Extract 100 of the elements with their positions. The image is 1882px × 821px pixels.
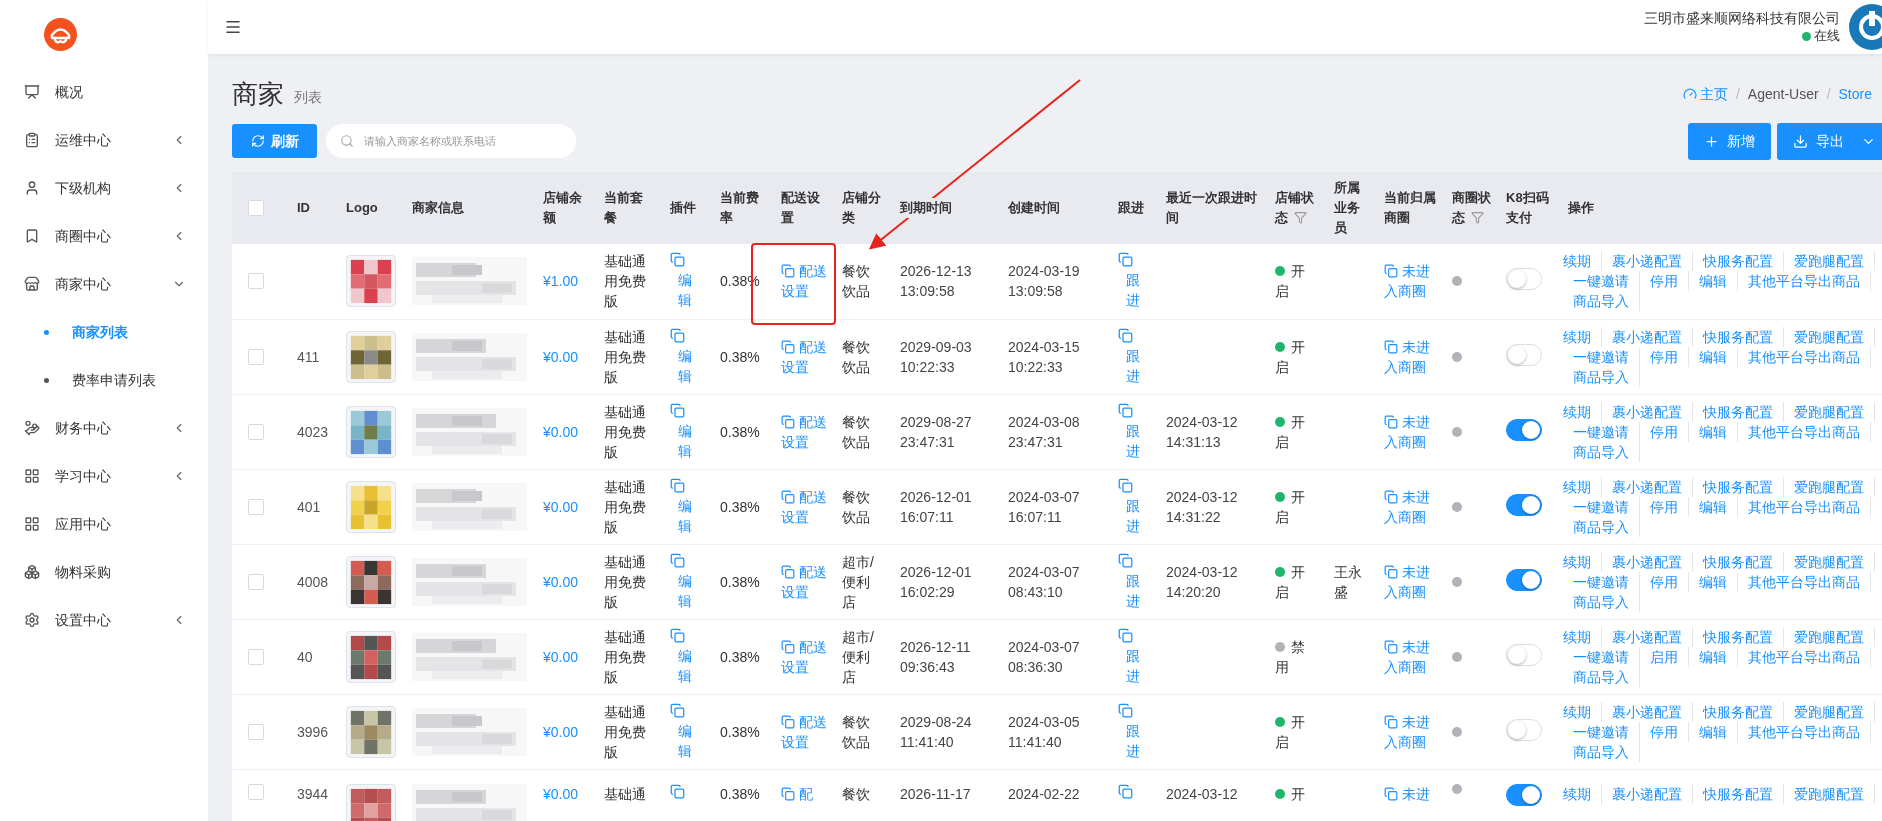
action-link[interactable]: 一键邀请 (1563, 346, 1640, 367)
delivery-settings-link[interactable]: 配送设置 (781, 336, 829, 377)
edit-link[interactable]: 编辑 (670, 402, 692, 461)
action-link[interactable]: 裹小递配置 (1602, 401, 1693, 422)
delivery-settings-link[interactable]: 配送设置 (781, 261, 829, 302)
edit-link[interactable]: 编辑 (670, 552, 692, 611)
balance-link[interactable]: ¥0.00 (543, 573, 579, 590)
action-link[interactable]: 其他平台导出商品 (1738, 346, 1871, 367)
balance-link[interactable]: ¥0.00 (543, 648, 579, 665)
sidebar-item[interactable]: 物料采购 (0, 548, 208, 596)
action-link[interactable]: 其他平台导出商品 (1738, 421, 1871, 442)
balance-link[interactable]: ¥0.00 (543, 723, 579, 740)
sidebar-item[interactable]: 下级机构 (0, 164, 208, 212)
action-link[interactable]: 裹小递配置 (1602, 251, 1693, 272)
checkbox[interactable] (248, 200, 264, 216)
edit-link[interactable]: 编辑 (670, 327, 692, 386)
search-field[interactable]: 请输入商家名称或联系电话 (326, 124, 576, 158)
action-link[interactable]: 裹小递配置 (1602, 626, 1693, 647)
delivery-settings-link[interactable]: 配送设置 (781, 486, 829, 527)
toggle-switch[interactable] (1506, 493, 1542, 516)
breadcrumb-link[interactable]: Store (1838, 83, 1872, 105)
breadcrumb-link[interactable]: Agent-User (1747, 83, 1819, 105)
sidebar-item[interactable]: 运维中心 (0, 116, 208, 164)
action-link[interactable]: 爱跑腿配置 (1784, 251, 1875, 272)
delivery-settings-link[interactable]: 配送设置 (781, 411, 829, 452)
action-link[interactable]: 续期 (1563, 326, 1602, 347)
action-link[interactable]: 续期 (1563, 251, 1602, 272)
action-link[interactable]: 商品导入 (1563, 366, 1640, 387)
edit-link[interactable]: 编辑 (670, 627, 692, 686)
action-link[interactable]: 裹小递配置 (1602, 326, 1693, 347)
action-link[interactable]: 一键邀请 (1563, 571, 1640, 592)
delivery-settings-link[interactable]: 配送设置 (781, 711, 829, 752)
business-circle-link[interactable]: 未进入商圈 (1384, 336, 1436, 377)
business-circle-link[interactable]: 未进入商圈 (1384, 561, 1436, 602)
checkbox[interactable] (248, 573, 264, 590)
action-link[interactable]: 其他平台导出商品 (1738, 721, 1871, 742)
balance-link[interactable]: ¥0.00 (543, 498, 579, 515)
delivery-settings-link[interactable]: 配送设置 (781, 636, 829, 677)
export-button[interactable]: 导出 (1777, 122, 1882, 160)
add-button[interactable]: 新增 (1688, 122, 1771, 160)
checkbox[interactable] (248, 273, 264, 290)
business-circle-link[interactable]: 未进 (1384, 783, 1436, 804)
edit-link[interactable]: 编辑 (670, 477, 692, 536)
action-link[interactable]: 续期 (1563, 401, 1602, 422)
follow-up-link[interactable]: 跟进 (1118, 252, 1140, 311)
sidebar-item[interactable]: 商圈中心 (0, 212, 208, 260)
business-circle-link[interactable]: 未进入商圈 (1384, 711, 1436, 752)
follow-up-link[interactable]: 跟进 (1118, 702, 1140, 761)
edit-link[interactable]: 编辑 (670, 252, 692, 311)
checkbox[interactable] (248, 723, 264, 740)
action-link[interactable]: 编辑 (1689, 346, 1738, 367)
action-link[interactable]: 商品导入 (1563, 741, 1640, 762)
follow-up-link[interactable]: 跟进 (1118, 402, 1140, 461)
sidebar-subitem[interactable]: 商家列表 (0, 308, 208, 356)
action-link[interactable]: 一键邀请 (1563, 721, 1640, 742)
action-link[interactable]: 续期 (1563, 551, 1602, 572)
action-link[interactable]: 启用 (1640, 646, 1689, 667)
action-link[interactable]: 商品导入 (1563, 516, 1640, 537)
action-link[interactable]: 其他平台导出商品 (1738, 646, 1871, 667)
business-circle-link[interactable]: 未进入商圈 (1384, 261, 1436, 302)
breadcrumb-link[interactable]: 主页 (1682, 83, 1728, 105)
action-link[interactable]: 爱跑腿配置 (1784, 626, 1875, 647)
action-link[interactable]: 裹小递配置 (1602, 551, 1693, 572)
action-link[interactable]: 爱跑腿配置 (1784, 326, 1875, 347)
action-link[interactable]: 续期 (1563, 476, 1602, 497)
action-link[interactable]: 其他平台导出商品 (1738, 571, 1871, 592)
action-link[interactable]: 续期 (1563, 783, 1602, 804)
balance-link[interactable]: ¥1.00 (543, 273, 579, 290)
action-link[interactable]: 停用 (1640, 346, 1689, 367)
action-link[interactable]: 编辑 (1689, 646, 1738, 667)
action-link[interactable]: 裹小递配置 (1602, 476, 1693, 497)
follow-up-link[interactable]: 跟进 (1118, 327, 1140, 386)
action-link[interactable]: 商品导入 (1563, 441, 1640, 462)
checkbox[interactable] (248, 648, 264, 665)
business-circle-link[interactable]: 未进入商圈 (1384, 411, 1436, 452)
action-link[interactable]: 停用 (1640, 496, 1689, 517)
sidebar-item[interactable]: 商家中心 (0, 260, 208, 308)
action-link[interactable]: 爱跑腿配置 (1784, 701, 1875, 722)
follow-up-link[interactable]: 跟进 (1118, 477, 1140, 536)
action-link[interactable]: 停用 (1640, 571, 1689, 592)
action-link[interactable]: 续期 (1563, 701, 1602, 722)
action-link[interactable]: 一键邀请 (1563, 646, 1640, 667)
action-link[interactable]: 爱跑腿配置 (1784, 783, 1875, 804)
action-link[interactable]: 快服务配置 (1693, 701, 1784, 722)
checkbox[interactable] (248, 423, 264, 440)
menu-icon[interactable] (224, 18, 242, 36)
follow-up-link[interactable]: 跟进 (1118, 552, 1140, 611)
sidebar-item[interactable]: 学习中心 (0, 452, 208, 500)
action-link[interactable]: 一键邀请 (1563, 496, 1640, 517)
sidebar-item[interactable]: 设置中心 (0, 596, 208, 644)
sidebar-item[interactable]: 应用中心 (0, 500, 208, 548)
action-link[interactable]: 裹小递配置 (1602, 783, 1693, 804)
action-link[interactable]: 一键邀请 (1563, 421, 1640, 442)
action-link[interactable]: 裹小递配置 (1602, 701, 1693, 722)
action-link[interactable]: 编辑 (1689, 721, 1738, 742)
action-link[interactable]: 编辑 (1689, 496, 1738, 517)
business-circle-link[interactable]: 未进入商圈 (1384, 636, 1436, 677)
action-link[interactable]: 商品导入 (1563, 291, 1640, 312)
action-link[interactable]: 爱跑腿配置 (1784, 476, 1875, 497)
action-link[interactable]: 商品导入 (1563, 666, 1640, 687)
